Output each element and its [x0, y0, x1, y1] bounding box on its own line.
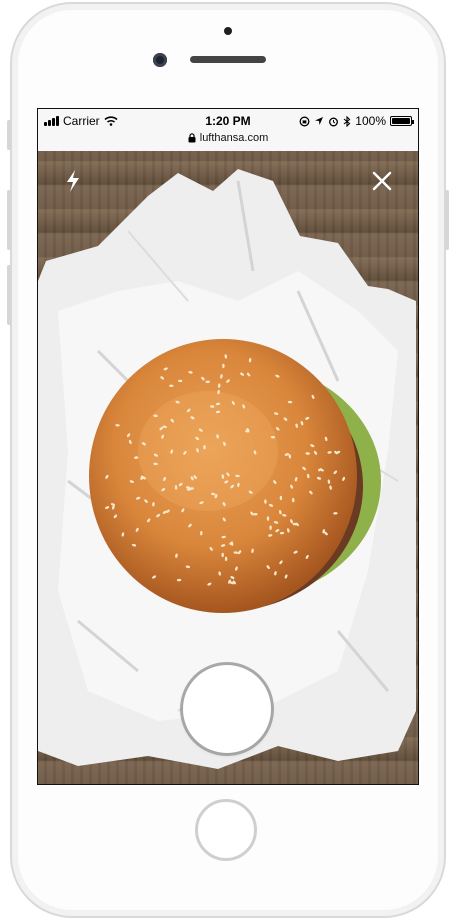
- alarm-icon: [329, 117, 339, 126]
- earpiece-speaker: [190, 56, 266, 63]
- battery-percent: 100%: [355, 114, 386, 128]
- home-button[interactable]: [195, 799, 257, 861]
- proximity-sensor: [224, 27, 232, 35]
- url-text: lufthansa.com: [199, 132, 269, 144]
- volume-up-button: [7, 190, 11, 250]
- front-camera-icon: [153, 53, 167, 67]
- bluetooth-icon: [343, 115, 351, 127]
- camera-viewfinder: [38, 151, 418, 784]
- lock-icon: [188, 133, 196, 143]
- close-icon[interactable]: [372, 171, 392, 191]
- shutter-button[interactable]: [185, 667, 269, 751]
- screen: Carrier 1:20 PM 100% lufthansa.com: [37, 108, 419, 785]
- location-icon: [315, 117, 324, 125]
- status-bar: Carrier 1:20 PM 100% lufthansa.com: [38, 109, 418, 151]
- flash-icon[interactable]: [64, 169, 82, 193]
- address-bar[interactable]: lufthansa.com: [38, 132, 418, 144]
- mute-switch: [7, 120, 11, 150]
- volume-down-button: [7, 265, 11, 325]
- status-right: 100%: [299, 114, 414, 128]
- battery-icon: [390, 116, 414, 126]
- rotation-lock-icon: [299, 116, 310, 126]
- power-button: [445, 190, 449, 250]
